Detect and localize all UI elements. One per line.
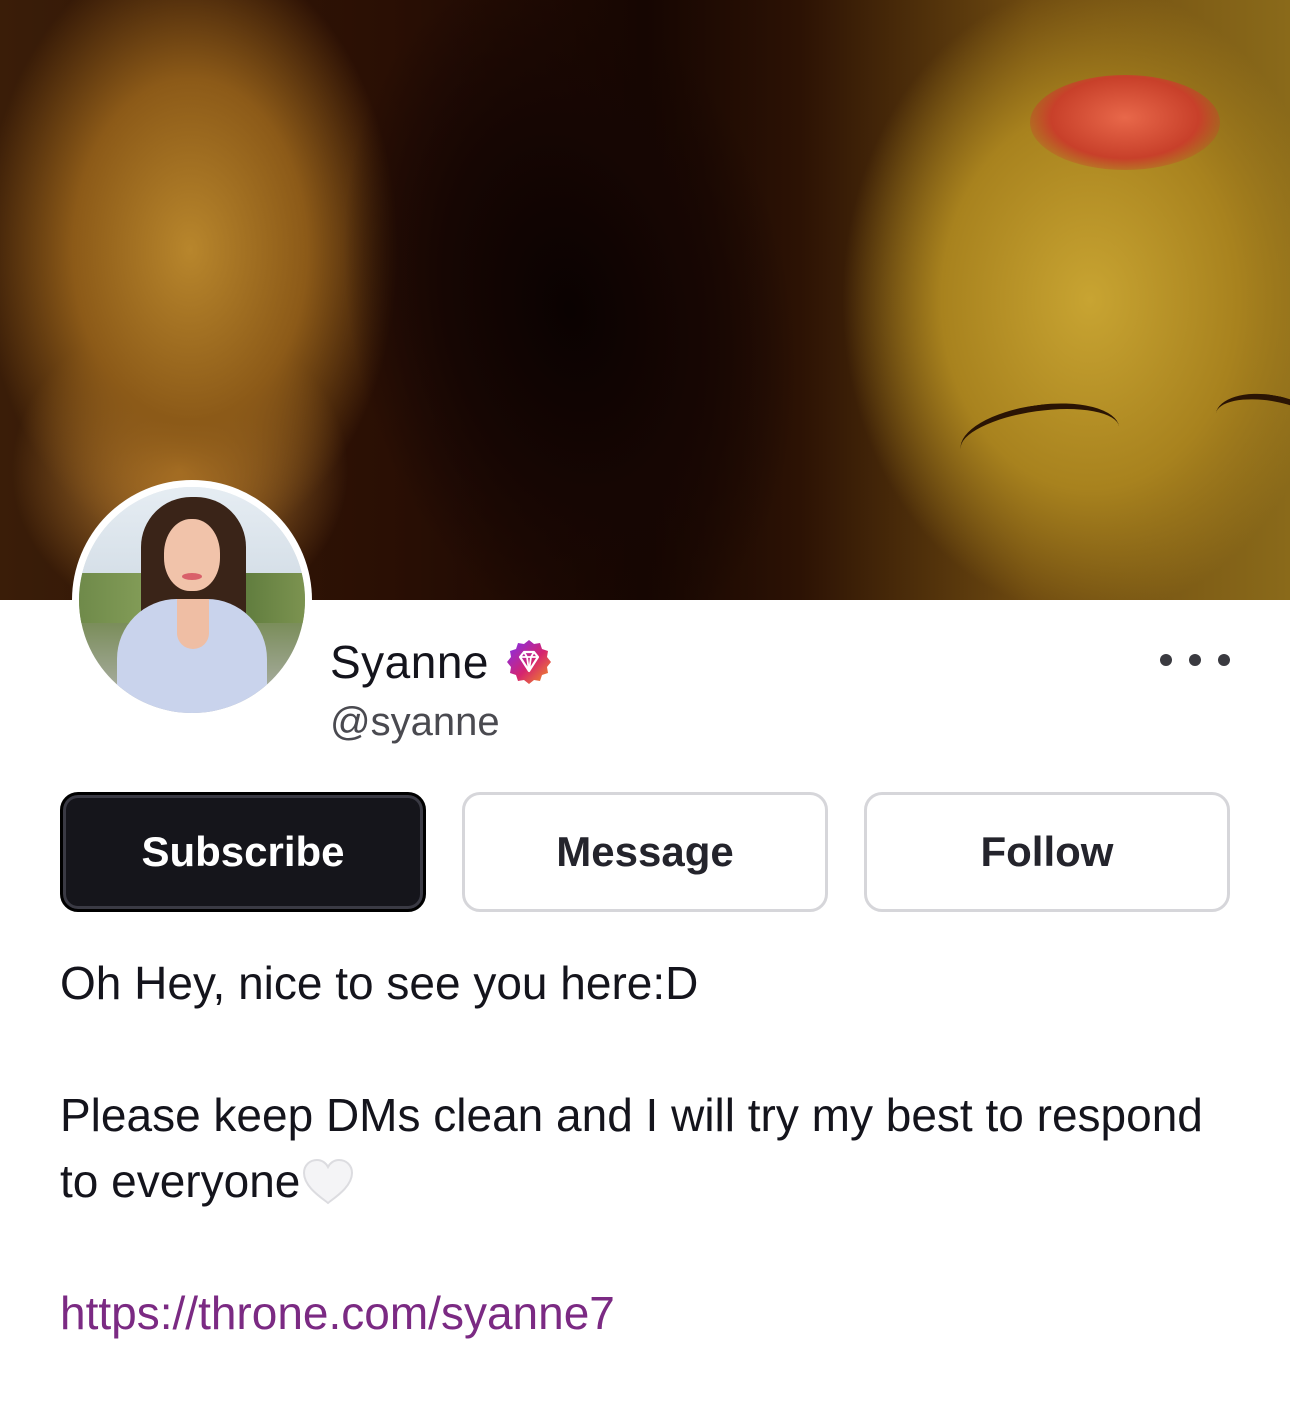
profile-handle: @syanne — [330, 700, 500, 744]
display-name: Syanne — [330, 636, 490, 688]
banner-lips-shape — [1030, 75, 1220, 170]
profile-page: Syanne @syanne Subscribe Message Follow … — [0, 0, 1290, 1419]
bio-link[interactable]: https://throne.com/syanne7 — [60, 1287, 615, 1339]
subscribe-button[interactable]: Subscribe — [60, 792, 426, 912]
avatar-photo — [79, 487, 305, 713]
white-heart-icon — [300, 1157, 356, 1207]
profile-name-row: Syanne — [330, 632, 553, 692]
avatar[interactable] — [72, 480, 312, 720]
profile-bio: Oh Hey, nice to see you here:D Please ke… — [60, 950, 1230, 1346]
bio-line-dm-note: Please keep DMs clean and I will try my … — [60, 1082, 1230, 1214]
bio-line-dm-text: Please keep DMs clean and I will try my … — [60, 1089, 1203, 1207]
message-button[interactable]: Message — [462, 792, 828, 912]
banner-hair-shape — [262, 0, 878, 600]
follow-button[interactable]: Follow — [864, 792, 1230, 912]
profile-actions: Subscribe Message Follow — [60, 792, 1230, 912]
banner-eye-shape-2 — [1210, 385, 1290, 461]
more-horizontal-icon — [1160, 654, 1172, 666]
gem-badge-icon — [505, 638, 553, 686]
banner-eye-shape — [956, 394, 1124, 482]
more-options-button[interactable] — [1160, 640, 1230, 680]
bio-line-greeting: Oh Hey, nice to see you here:D — [60, 957, 699, 1009]
